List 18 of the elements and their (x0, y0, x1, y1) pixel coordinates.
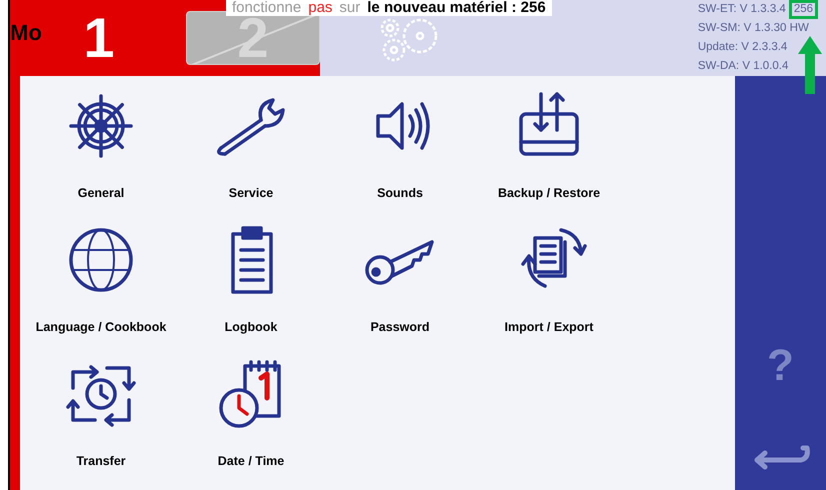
pointer-arrow-icon (796, 34, 824, 96)
version-text: SW-ET: V 1.3.3.4 (698, 2, 786, 17)
menu-item[interactable]: Service (176, 90, 326, 224)
annotation-text: sur (339, 0, 360, 16)
version-text: Update: V 2.3.3.4 (698, 40, 788, 55)
version-text: SW-SM: V 1.3.30 HW (698, 21, 809, 36)
menu-item[interactable]: Sounds (326, 90, 474, 224)
menu-item[interactable]: Date / Time (176, 358, 326, 490)
menu-item[interactable]: Transfer (26, 358, 176, 490)
menu-item[interactable]: Language / Cookbook (26, 224, 176, 358)
menu-item[interactable]: Import / Export (474, 224, 624, 358)
menu-item[interactable]: Backup / Restore (474, 90, 624, 224)
menu-item[interactable]: Password (326, 224, 474, 358)
annotation-text: le nouveau matériel : 256 (367, 0, 546, 16)
menu-item[interactable]: General (26, 90, 176, 224)
highlighted-value: 256 (788, 0, 818, 19)
menu-item[interactable]: Logbook (176, 224, 326, 358)
version-text: SW-DA: V 1.0.0.4 (698, 59, 788, 74)
